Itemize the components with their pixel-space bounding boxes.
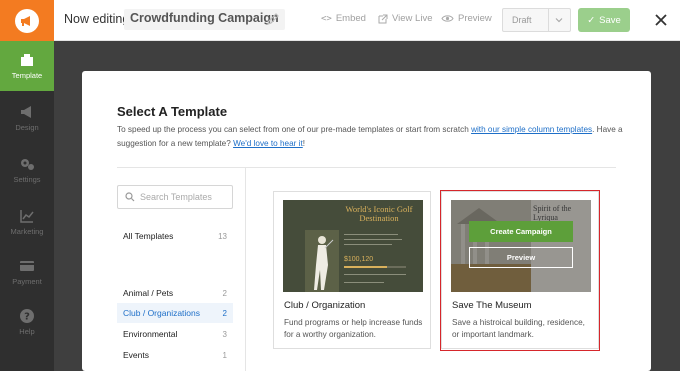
megaphone-logo-icon <box>15 8 39 33</box>
save-button[interactable]: ✓ Save <box>578 8 630 32</box>
embed-button[interactable]: <> Embed <box>321 13 366 24</box>
category-count: 2 <box>222 308 227 318</box>
divider <box>117 167 616 168</box>
category-events[interactable]: Events 1 <box>117 345 233 365</box>
search-icon <box>125 192 135 202</box>
category-label: Events <box>123 350 149 360</box>
external-link-icon <box>378 14 388 23</box>
select-divider <box>548 9 549 31</box>
desc-text: ! <box>302 139 306 148</box>
view-live-button[interactable]: View Live <box>378 13 433 24</box>
golfer-image <box>305 230 339 292</box>
category-environmental[interactable]: Environmental 3 <box>117 324 233 344</box>
category-count: 3 <box>222 329 227 339</box>
template-thumbnail[interactable]: World's Iconic Golf Destination $100,120 <box>283 200 423 292</box>
sidebar-item-design[interactable]: Design <box>0 93 54 143</box>
selection-highlight <box>440 190 600 351</box>
now-editing-label: Now editing <box>64 12 130 26</box>
sidebar-item-settings[interactable]: Settings <box>0 145 54 195</box>
sidebar-item-label: Help <box>19 327 35 336</box>
svg-text:?: ? <box>24 312 30 323</box>
question-icon: ? <box>20 309 34 323</box>
card-description: Fund programs or help increase funds for… <box>284 318 423 339</box>
status-select[interactable]: Draft <box>502 8 571 32</box>
sidebar: Template Design Settings Marketing Payme… <box>0 41 54 371</box>
column-templates-link[interactable]: with our simple column templates <box>471 125 592 134</box>
search-input[interactable]: Search Templates <box>117 185 233 209</box>
status-value: Draft <box>512 15 532 25</box>
sidebar-item-marketing[interactable]: Marketing <box>0 197 54 247</box>
category-all-templates[interactable]: All Templates 13 <box>117 226 233 246</box>
column-divider <box>245 168 246 371</box>
search-placeholder: Search Templates <box>140 192 212 202</box>
category-animal-pets[interactable]: Animal / Pets 2 <box>117 283 233 303</box>
category-count: 2 <box>222 288 227 298</box>
code-icon: <> <box>321 13 332 24</box>
sidebar-item-label: Payment <box>12 277 42 286</box>
close-icon[interactable] <box>652 11 670 29</box>
category-count: 1 <box>222 350 227 360</box>
sidebar-item-label: Template <box>11 71 43 80</box>
template-icon <box>21 54 33 66</box>
modal-title: Select A Template <box>117 104 228 119</box>
category-label: Environmental <box>123 329 178 339</box>
check-icon: ✓ <box>587 14 596 26</box>
pencil-icon[interactable] <box>266 12 280 26</box>
preview-label: Preview <box>458 13 492 24</box>
sidebar-item-label: Marketing <box>10 227 44 236</box>
campaign-name-field[interactable]: Crowdfunding Campaign <box>124 9 285 30</box>
embed-label: Embed <box>335 13 366 24</box>
card-icon <box>20 261 34 271</box>
category-label: Animal / Pets <box>123 288 174 298</box>
megaphone-icon <box>21 106 31 118</box>
sidebar-item-label: Design <box>15 123 39 132</box>
category-club-organizations[interactable]: Club / Organizations 2 <box>117 303 233 323</box>
category-label: All Templates <box>123 231 174 241</box>
text-placeholder <box>344 234 398 235</box>
gears-icon <box>21 159 34 170</box>
desc-text: To speed up the process you can select f… <box>117 125 472 134</box>
thumbnail-amount: $100,120 <box>344 256 374 263</box>
chart-icon <box>20 210 34 223</box>
card-title: Club / Organization <box>284 300 366 311</box>
chevron-down-icon <box>555 18 563 23</box>
view-live-label: View Live <box>392 13 433 24</box>
top-bar: Now editing Crowdfunding Campaign <> Emb… <box>0 0 680 41</box>
template-card-club[interactable]: World's Iconic Golf Destination $100,120… <box>273 191 431 349</box>
sidebar-item-help[interactable]: ? Help <box>0 297 54 347</box>
sidebar-item-template[interactable]: Template <box>0 41 54 91</box>
category-label: Club / Organizations <box>123 308 201 318</box>
app-logo[interactable] <box>0 0 54 41</box>
text-placeholder <box>344 274 406 275</box>
text-placeholder <box>344 244 392 245</box>
suggestion-link[interactable]: We'd love to hear it <box>233 139 303 148</box>
thumbnail-title: World's Iconic Golf Destination <box>345 204 413 223</box>
sidebar-item-label: Settings <box>13 175 41 184</box>
modal-description: To speed up the process you can select f… <box>117 123 637 151</box>
eye-icon <box>441 15 454 22</box>
progress-bar <box>344 266 406 268</box>
sidebar-item-payment[interactable]: Payment <box>0 247 54 297</box>
category-count: 13 <box>218 231 227 241</box>
preview-button[interactable]: Preview <box>441 13 492 24</box>
save-label: Save <box>599 14 621 26</box>
text-placeholder <box>344 282 384 283</box>
text-placeholder <box>344 239 402 240</box>
